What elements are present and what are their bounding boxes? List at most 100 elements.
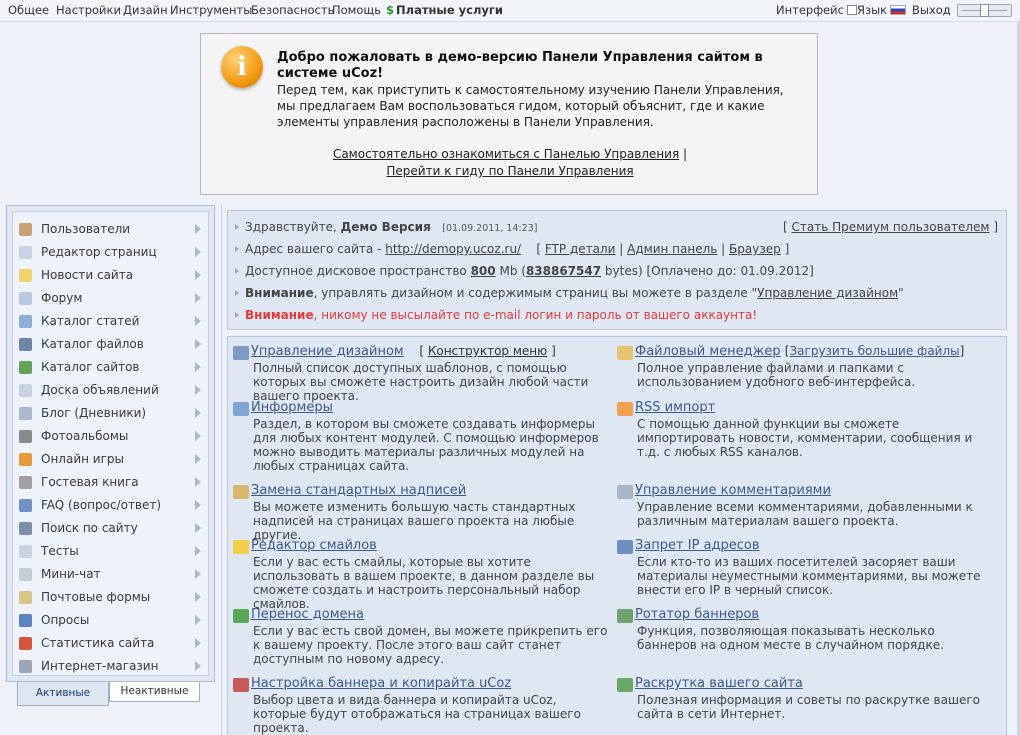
sidebar-item[interactable]: Фотоальбомы — [13, 425, 208, 447]
sidebar-item[interactable]: Доска объявлений — [13, 379, 208, 401]
zoom-slider[interactable] — [957, 4, 1012, 17]
admin-panel-link[interactable]: Админ панель — [627, 242, 717, 256]
tool-title-link[interactable]: Управление комментариями — [635, 483, 831, 498]
expand-arrow-icon[interactable] — [195, 316, 201, 326]
sidebar-item[interactable]: Поиск по сайту — [13, 517, 208, 539]
sidebar-item[interactable]: Тесты — [13, 540, 208, 562]
tool-title: Запрет IP адресов — [635, 538, 760, 553]
expand-arrow-icon[interactable] — [195, 592, 201, 602]
sidebar-item[interactable]: Новости сайта — [13, 264, 208, 286]
sidebar-item[interactable]: Мини-чат — [13, 563, 208, 585]
expand-arrow-icon[interactable] — [195, 615, 201, 625]
sidebar-item[interactable]: FAQ (вопрос/ответ) — [13, 494, 208, 516]
welcome-text: Перед тем, как приступить к самостоятель… — [277, 83, 784, 129]
tool-extra-link[interactable]: Загрузить большие файлы — [789, 344, 959, 358]
tool-title-link[interactable]: Редактор смайлов — [251, 538, 377, 553]
menu-settings[interactable]: Настройки — [56, 3, 121, 17]
expand-arrow-icon[interactable] — [195, 661, 201, 671]
menu-paid-services[interactable]: $ Платные услуги — [386, 3, 503, 17]
self-study-link[interactable]: Самостоятельно ознакомиться с Панелью Уп… — [333, 147, 679, 161]
tool-title-link[interactable]: Ротатор баннеров — [635, 607, 759, 622]
welcome-links: Самостоятельно ознакомиться с Панелью Уп… — [201, 146, 819, 180]
disk-bytes-value[interactable]: 838867547 — [526, 264, 601, 278]
account-info-panel: Здравствуйте, Демо Версия [01.09.2011, 1… — [227, 210, 1007, 330]
expand-arrow-icon[interactable] — [195, 385, 201, 395]
expand-arrow-icon[interactable] — [195, 362, 201, 372]
disk-mb-value[interactable]: 800 — [471, 264, 496, 278]
tool-title-link[interactable]: Раскрутка вашего сайта — [635, 676, 803, 691]
sidebar-item-label: Онлайн игры — [41, 452, 124, 466]
design-management-link[interactable]: Управление дизайном — [757, 286, 898, 300]
bullet-icon — [235, 290, 239, 296]
sidebar-item[interactable]: Каталог файлов — [13, 333, 208, 355]
slider-thumb[interactable] — [980, 4, 989, 17]
expand-arrow-icon[interactable] — [195, 339, 201, 349]
sidebar-item[interactable]: Интернет-магазин — [13, 655, 208, 677]
tool-title-link[interactable]: RSS импорт — [635, 400, 715, 415]
ftp-details-link[interactable]: FTP детали — [545, 242, 616, 256]
sidebar-item[interactable]: Блог (Дневники) — [13, 402, 208, 424]
address-label: Адрес вашего сайта - — [245, 242, 382, 256]
menu-tools[interactable]: Инструменты — [170, 3, 252, 17]
tool-description: Функция, позволяющая показывать нескольк… — [637, 624, 944, 652]
sidebar-item[interactable]: Почтовые формы — [13, 586, 208, 608]
links-separator: | — [683, 147, 688, 161]
sidebar-item[interactable]: Статистика сайта — [13, 632, 208, 654]
tool-title-link[interactable]: Файловый менеджер — [635, 344, 781, 359]
sidebar-item[interactable]: Пользователи — [13, 218, 208, 240]
language-selector[interactable]: Язык — [857, 3, 907, 17]
tool-title-link[interactable]: Настройка баннера и копирайта uCoz — [251, 676, 511, 691]
menu-security[interactable]: Безопасность — [251, 3, 334, 17]
interface-toggle[interactable]: Интерфейс — [776, 3, 857, 17]
site-url-link[interactable]: http://demopy.ucoz.ru/ — [385, 242, 521, 256]
tool-title-link[interactable]: Управление дизайном — [251, 344, 404, 359]
interface-checkbox-icon[interactable] — [846, 5, 857, 15]
tool-extra-link[interactable]: Конструктор меню — [428, 344, 547, 358]
expand-arrow-icon[interactable] — [195, 477, 201, 487]
expand-arrow-icon[interactable] — [195, 523, 201, 533]
sidebar-item[interactable]: Онлайн игры — [13, 448, 208, 470]
sidebar-item[interactable]: Каталог сайтов — [13, 356, 208, 378]
games-icon — [19, 453, 32, 466]
menu-help[interactable]: Помощь — [332, 3, 381, 17]
tool-title: Файловый менеджер [Загрузить большие фай… — [635, 344, 964, 359]
sidebar-item[interactable]: Редактор страниц — [13, 241, 208, 263]
tool-title: RSS импорт — [635, 400, 715, 415]
guide-link[interactable]: Перейти к гиду по Панели Управления — [386, 164, 633, 178]
sidebar-item[interactable]: Гостевая книга — [13, 471, 208, 493]
menu-design[interactable]: Дизайн — [123, 3, 168, 17]
tool-title-link[interactable]: Информеры — [251, 400, 333, 415]
sidebar-item[interactable]: Опросы — [13, 609, 208, 631]
promotion-icon — [617, 678, 633, 692]
expand-arrow-icon[interactable] — [195, 454, 201, 464]
sidebar-item[interactable]: Форум — [13, 287, 208, 309]
design-note-line: Внимание, управлять дизайном и содержимы… — [235, 286, 904, 300]
user-name: Демо Версия — [340, 220, 431, 234]
tool-title-link[interactable]: Замена стандартных надписей — [251, 483, 466, 498]
browser-link[interactable]: Браузер — [729, 242, 781, 256]
tool-title-link[interactable]: Перенос домена — [251, 607, 364, 622]
sidebar-item[interactable]: Каталог статей — [13, 310, 208, 332]
expand-arrow-icon[interactable] — [195, 408, 201, 418]
logout-link[interactable]: Выход — [912, 3, 951, 17]
expand-arrow-icon[interactable] — [195, 431, 201, 441]
tab-inactive-modules[interactable]: Неактивные — [109, 682, 200, 702]
question-icon — [19, 499, 32, 512]
login-date: [01.09.2011, 14:23] — [442, 223, 538, 234]
expand-arrow-icon[interactable] — [195, 247, 201, 257]
expand-arrow-icon[interactable] — [195, 546, 201, 556]
tab-active-modules[interactable]: Активные — [17, 682, 109, 706]
expand-arrow-icon[interactable] — [195, 270, 201, 280]
security-warning-line: Внимание, никому не высылайте по e-mail … — [235, 308, 757, 322]
expand-arrow-icon[interactable] — [195, 293, 201, 303]
expand-arrow-icon[interactable] — [195, 224, 201, 234]
sidebar-item-label: Редактор страниц — [41, 245, 157, 259]
russian-flag-icon[interactable] — [890, 5, 907, 15]
expand-arrow-icon[interactable] — [195, 569, 201, 579]
menu-general[interactable]: Общее — [8, 3, 49, 17]
expand-arrow-icon[interactable] — [195, 500, 201, 510]
tool-title-link[interactable]: Запрет IP адресов — [635, 538, 760, 553]
stats-icon — [19, 637, 32, 650]
premium-link[interactable]: Стать Премиум пользователем — [791, 220, 989, 234]
expand-arrow-icon[interactable] — [195, 638, 201, 648]
